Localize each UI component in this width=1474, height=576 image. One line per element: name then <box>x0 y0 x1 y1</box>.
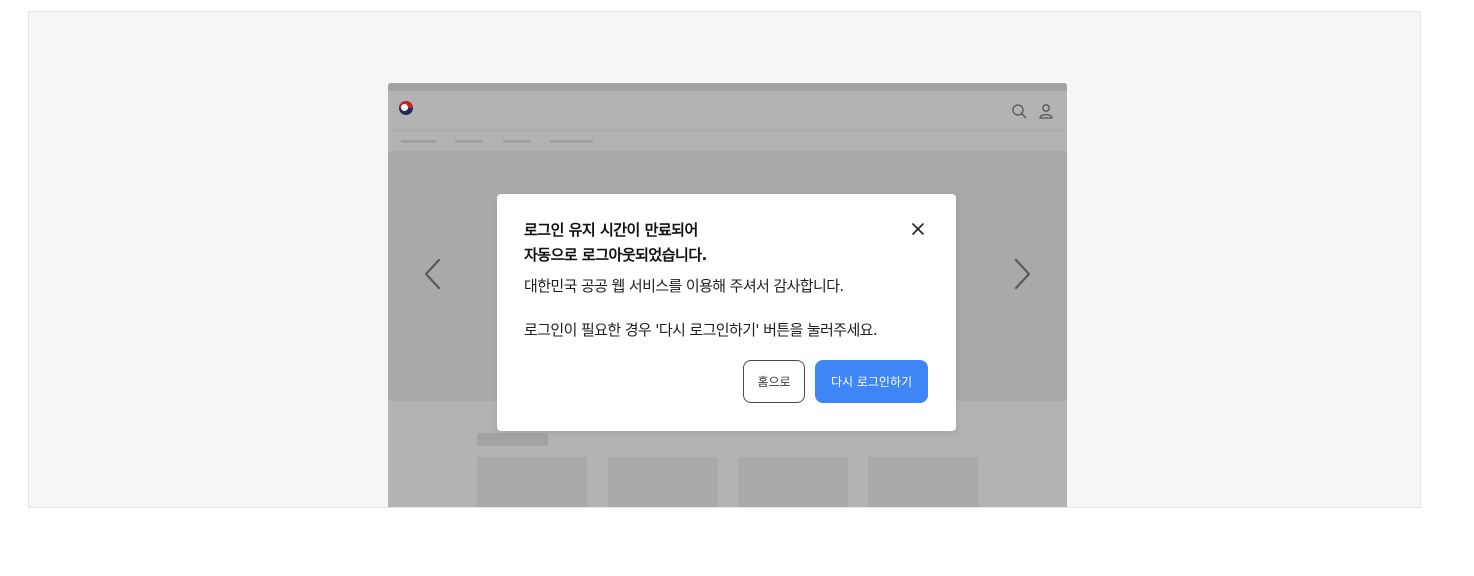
section-title-placeholder <box>477 433 548 446</box>
nav-item-placeholder <box>401 140 436 143</box>
browser-top-strip <box>388 83 1067 91</box>
search-icon <box>1012 104 1027 119</box>
site-header <box>388 91 1067 131</box>
dialog-title-line-1: 로그인 유지 시간이 만료되어 <box>524 221 698 239</box>
dialog-title-line-2: 자동으로 로그아웃되었습니다. <box>524 246 707 264</box>
close-icon[interactable] <box>907 218 929 240</box>
session-expired-dialog: 로그인 유지 시간이 만료되어 자동으로 로그아웃되었습니다. 대한민국 공공 … <box>497 194 956 431</box>
login-again-button[interactable]: 다시 로그인하기 <box>815 360 928 403</box>
dialog-title: 로그인 유지 시간이 만료되어 자동으로 로그아웃되었습니다. <box>524 218 884 268</box>
taegeuk-logo-icon <box>399 101 413 115</box>
nav-item-placeholder <box>455 140 483 143</box>
nav-menu-placeholder <box>388 131 1067 151</box>
card-placeholder <box>738 457 848 507</box>
user-icon <box>1039 104 1053 119</box>
chevron-right-icon <box>1014 258 1031 290</box>
nav-item-placeholder <box>550 140 593 143</box>
home-button[interactable]: 홈으로 <box>743 360 805 403</box>
nav-item-placeholder <box>503 140 531 143</box>
card-placeholder <box>477 457 587 507</box>
dialog-message-line-2: 로그인이 필요한 경우 '다시 로그인하기' 버튼을 눌러주세요. <box>524 321 878 339</box>
card-placeholder <box>868 457 978 507</box>
card-placeholder <box>608 457 718 507</box>
dialog-message-line-1: 대한민국 공공 웹 서비스를 이용해 주셔서 감사합니다. <box>524 277 844 295</box>
chevron-left-icon <box>424 258 441 290</box>
